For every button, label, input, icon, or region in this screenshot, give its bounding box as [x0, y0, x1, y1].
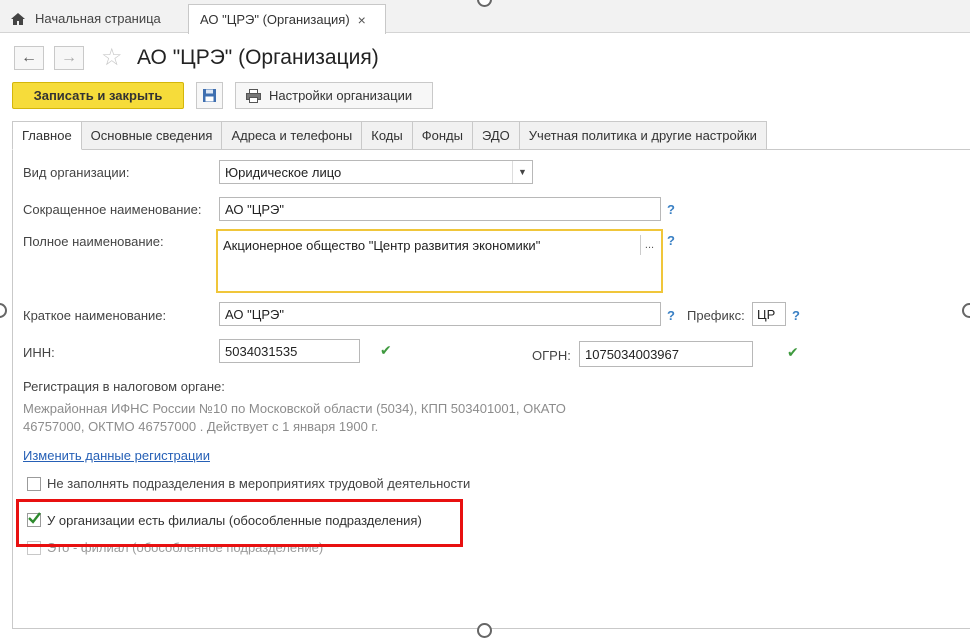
page-title: АО "ЦРЭ" (Организация) — [137, 46, 379, 69]
full-name-value: Акционерное общество "Центр развития эко… — [223, 238, 541, 253]
short-name-label: Сокращенное наименование: — [23, 202, 202, 217]
ellipsis-button[interactable]: ... — [640, 235, 658, 255]
full-name-textarea[interactable]: Акционерное общество "Центр развития эко… — [216, 229, 663, 293]
prefix-label: Префикс: — [687, 308, 745, 323]
dropdown-arrow-icon[interactable]: ▼ — [512, 161, 532, 183]
org-type-value: Юридическое лицо — [225, 164, 342, 180]
highlight-frame — [16, 499, 463, 547]
no-fill-label: Не заполнять подразделения в мероприятия… — [47, 476, 471, 491]
form-tabs: Главное Основные сведения Адреса и телеф… — [12, 121, 767, 150]
back-button[interactable]: ← — [14, 46, 44, 70]
org-type-label: Вид организации: — [23, 165, 130, 180]
resize-handle-right[interactable] — [962, 303, 970, 318]
save-and-close-label: Записать и закрыть — [33, 88, 163, 103]
change-registration-link[interactable]: Изменить данные регистрации — [23, 448, 210, 463]
prefix-input[interactable]: ЦР — [752, 302, 786, 326]
org-settings-label: Настройки организации — [269, 88, 413, 103]
resize-handle-bottom[interactable] — [477, 623, 492, 638]
floppy-disk-icon — [203, 89, 216, 102]
close-icon[interactable]: × — [358, 12, 366, 28]
tab-main[interactable]: Главное — [12, 121, 82, 150]
tab-accounting-policy[interactable]: Учетная политика и другие настройки — [519, 121, 767, 150]
arrow-left-icon: ← — [21, 49, 37, 66]
tab-home-label: Начальная страница — [35, 11, 161, 26]
brief-name-input[interactable]: АО "ЦРЭ" — [219, 302, 661, 326]
forward-button[interactable]: → — [54, 46, 84, 70]
save-and-close-button[interactable]: Записать и закрыть — [12, 82, 184, 109]
star-icon[interactable]: ☆ — [101, 43, 123, 72]
inn-label: ИНН: — [23, 345, 55, 360]
org-type-select[interactable]: Юридическое лицо ▼ — [219, 160, 533, 184]
home-icon — [11, 12, 25, 25]
tab-document[interactable]: АО "ЦРЭ" (Организация) × — [188, 4, 386, 34]
tab-home[interactable]: Начальная страница — [0, 4, 180, 33]
tab-funds[interactable]: Фонды — [412, 121, 473, 150]
help-icon[interactable]: ? — [667, 308, 675, 323]
tab-addresses[interactable]: Адреса и телефоны — [222, 121, 363, 150]
tax-reg-line-2: 46757000, ОКТМО 46757000 . Действует с 1… — [23, 419, 379, 434]
help-icon[interactable]: ? — [792, 308, 800, 323]
help-icon[interactable]: ? — [667, 233, 675, 248]
full-name-label: Полное наименование: — [23, 234, 164, 249]
tax-reg-line-1: Межрайонная ИФНС России №10 по Московско… — [23, 401, 566, 416]
tax-reg-label: Регистрация в налоговом органе: — [23, 379, 225, 394]
org-settings-button[interactable]: Настройки организации — [235, 82, 433, 109]
tab-edo[interactable]: ЭДО — [472, 121, 520, 150]
resize-handle-left[interactable] — [0, 303, 7, 318]
tab-codes[interactable]: Коды — [362, 121, 413, 150]
short-name-input[interactable]: АО "ЦРЭ" — [219, 197, 661, 221]
save-button[interactable] — [196, 82, 223, 109]
ogrn-label: ОГРН: — [532, 348, 571, 363]
no-fill-checkbox[interactable] — [27, 477, 41, 491]
printer-icon — [246, 88, 261, 103]
help-icon[interactable]: ? — [667, 202, 675, 217]
tab-basic-info[interactable]: Основные сведения — [81, 121, 223, 150]
arrow-right-icon: → — [61, 49, 77, 66]
check-icon: ✔ — [380, 342, 392, 358]
check-icon: ✔ — [787, 344, 799, 360]
brief-name-label: Краткое наименование: — [23, 308, 167, 323]
tab-document-label: АО "ЦРЭ" (Организация) — [200, 12, 350, 27]
inn-input[interactable]: 5034031535 — [219, 339, 360, 363]
ogrn-input[interactable]: 1075034003967 — [579, 341, 753, 367]
